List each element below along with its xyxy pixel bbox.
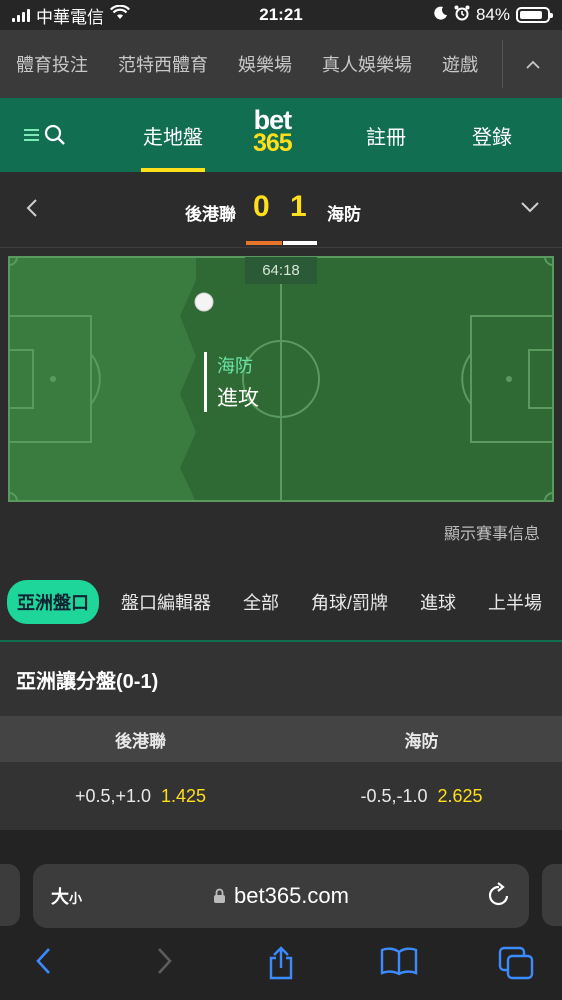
previous-match-button[interactable] xyxy=(26,198,38,223)
menu-search-button[interactable] xyxy=(24,124,66,146)
battery-percent: 84% xyxy=(475,5,510,24)
address-bar[interactable]: 大小 bet365.com xyxy=(33,864,529,928)
attack-indicator: 海防 進攻 xyxy=(204,352,259,412)
away-selection[interactable]: -0.5,-1.0 2.625 xyxy=(281,786,562,807)
back-button[interactable] xyxy=(34,946,52,981)
collapse-nav-button[interactable] xyxy=(502,40,562,88)
tab-bet-builder[interactable]: 盤口編輯器 xyxy=(105,589,227,615)
share-button[interactable] xyxy=(266,946,296,985)
top-nav-item-games[interactable]: 遊戲 xyxy=(427,51,493,77)
next-tab-preview[interactable] xyxy=(542,864,562,926)
home-team-name: 後港聯 xyxy=(185,205,236,224)
home-handicap-line: +0.5,+1.0 xyxy=(74,785,152,806)
tabs-button[interactable] xyxy=(498,946,534,985)
market-row: +0.5,+1.0 1.425 -0.5,-1.0 2.625 xyxy=(0,762,562,830)
market-header: 後港聯 海防 xyxy=(0,716,562,762)
away-handicap-line: -0.5,-1.0 xyxy=(360,785,428,806)
tab-goals[interactable]: 進球 xyxy=(404,589,472,615)
home-odds: 1.425 xyxy=(161,785,207,806)
forward-icon xyxy=(158,948,172,974)
battery-icon xyxy=(516,7,553,23)
nav-live[interactable]: 走地盤 xyxy=(141,98,205,172)
reload-icon xyxy=(488,882,509,906)
chevron-left-icon xyxy=(26,199,37,217)
tab-first-half[interactable]: 上半場 xyxy=(472,589,558,615)
away-odds: 2.625 xyxy=(437,785,483,806)
top-nav-item-sports[interactable]: 體育投注 xyxy=(0,51,103,77)
column-away: 海防 xyxy=(404,731,439,751)
carrier-label: 中華電信 xyxy=(36,7,104,27)
home-score: 0 xyxy=(253,190,270,223)
reload-button[interactable] xyxy=(487,882,511,913)
away-team-name: 海防 xyxy=(327,205,361,224)
show-match-info-link[interactable]: 顯示賽事信息 xyxy=(444,520,540,544)
menu-icon xyxy=(24,129,39,141)
match-list-toggle[interactable] xyxy=(520,200,540,218)
lock-icon xyxy=(214,888,226,903)
login-link[interactable]: 登錄 xyxy=(472,98,512,172)
site-header: 走地盤 bet 365 註冊 登錄 xyxy=(0,98,562,172)
attacking-team: 海防 xyxy=(217,356,253,376)
browser-toolbar xyxy=(0,942,562,992)
top-nav: 體育投注 范特西體育 娛樂場 真人娛樂場 遊戲 xyxy=(0,30,562,98)
column-home: 後港聯 xyxy=(115,731,166,751)
football-pitch xyxy=(8,256,554,502)
tab-asian-lines[interactable]: 亞洲盤口 xyxy=(7,580,99,624)
browser-chrome: 大小 bet365.com xyxy=(0,830,562,1000)
bookmarks-icon xyxy=(380,947,418,976)
tab-all[interactable]: 全部 xyxy=(227,589,295,615)
ball-icon xyxy=(194,292,214,312)
alarm-icon xyxy=(454,5,470,26)
moon-icon xyxy=(434,5,448,25)
bookmarks-button[interactable] xyxy=(380,946,418,981)
away-score: 1 xyxy=(290,190,307,223)
top-nav-item-fantasy[interactable]: 范特西體育 xyxy=(103,51,223,77)
signal-icon xyxy=(12,8,30,22)
wifi-icon xyxy=(110,4,130,25)
logo-text-365: 365 xyxy=(253,129,293,158)
scoreboard: 後港聯 0 1 海防 xyxy=(0,172,562,248)
home-selection[interactable]: +0.5,+1.0 1.425 xyxy=(0,786,281,807)
register-link[interactable]: 註冊 xyxy=(366,98,406,172)
forward-button[interactable] xyxy=(156,946,174,981)
search-icon xyxy=(44,124,65,145)
match-tracker xyxy=(0,248,562,564)
tab-corners-cards[interactable]: 角球/罰牌 xyxy=(295,589,404,615)
home-team-color-bar xyxy=(246,241,282,245)
top-nav-item-live-casino[interactable]: 真人娛樂場 xyxy=(307,51,427,77)
away-team-color-bar xyxy=(283,241,317,245)
url-text: bet365.com xyxy=(234,883,349,908)
market-tabs: 亞洲盤口 盤口編輯器 全部 角球/罰牌 進球 上半場 xyxy=(0,564,562,642)
previous-tab-preview[interactable] xyxy=(0,864,20,926)
market-title[interactable]: 亞洲讓分盤(0-1) xyxy=(0,642,562,716)
chevron-down-icon xyxy=(521,202,539,213)
bet365-logo[interactable]: bet 365 xyxy=(253,106,293,158)
status-bar: 中華電信 21:21 84% xyxy=(0,0,562,30)
chevron-up-icon xyxy=(525,60,540,69)
back-icon xyxy=(36,948,50,974)
attack-state: 進攻 xyxy=(217,387,259,410)
top-nav-item-casino[interactable]: 娛樂場 xyxy=(223,51,307,77)
tabs-icon xyxy=(498,946,534,980)
share-icon xyxy=(269,946,293,980)
match-clock: 64:18 xyxy=(245,257,317,284)
